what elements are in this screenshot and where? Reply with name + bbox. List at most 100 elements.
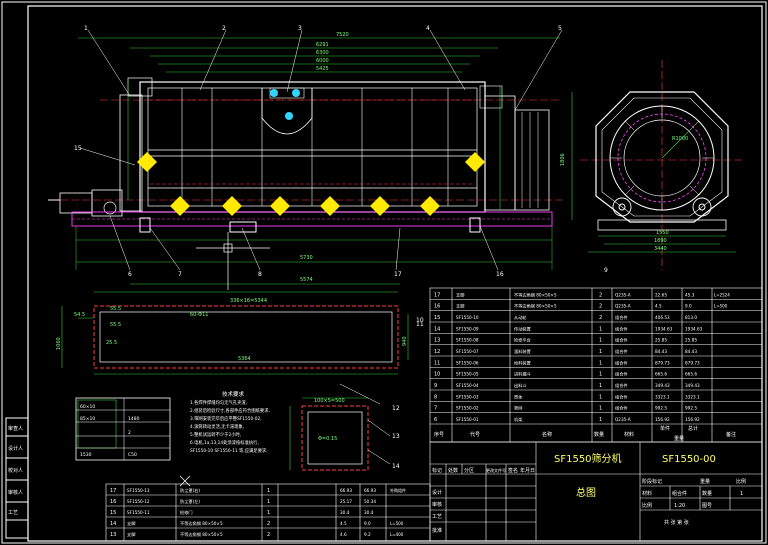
tb-r3: 图号 — [702, 503, 712, 509]
dim-gap2: 55.5 — [110, 322, 121, 328]
bom-row-code: SF1550-08 — [456, 338, 479, 343]
bom-bottom-row-weight-unit: 66.93 — [340, 488, 352, 493]
bom-row-material: Q235-A — [615, 292, 631, 297]
tb-r2v: 1 — [740, 491, 743, 497]
bom-bottom-row-code: SF1550-12 — [127, 499, 150, 504]
bom-row-name: 给料装置 — [514, 359, 531, 366]
bom-row-material: Q235-A — [615, 417, 631, 422]
bom-bottom-row-weight-total: 66.93 — [364, 488, 376, 493]
bom-row-qty: 1 — [599, 326, 602, 332]
bom-row-weight-total: 84.43 — [685, 349, 697, 354]
dim-side-w2: 1890 — [654, 238, 667, 244]
dim-sect-w: 100×5=500 — [314, 398, 345, 404]
bom-row-no: 13 — [434, 338, 440, 344]
bom-row-qty: 2 — [599, 304, 602, 310]
bom-bottom-row-name: 检修门 — [180, 509, 193, 516]
side-label-1: 设计人 — [8, 445, 23, 452]
bom-row-weight-unit: 349.43 — [655, 383, 670, 388]
bom-bottom-row-weight-total: 9.0 — [364, 521, 371, 526]
bom-row-weight-unit: 25.85 — [655, 338, 667, 343]
dim-sect-inner: Φ=0.15 — [318, 436, 337, 442]
bom-row-weight-total: 665.6 — [685, 372, 697, 377]
dim-gap3: 25.5 — [106, 340, 117, 346]
side-table — [5, 417, 29, 539]
tb-r2: 数量 — [702, 490, 712, 497]
tb-ratio-label: 比例 — [736, 478, 746, 485]
bom-bottom-row-qty: 1 — [267, 488, 270, 494]
bom-row-no: 10 — [434, 372, 440, 378]
dim-side-w3: 1550 — [656, 230, 669, 236]
bom-hdr-w1: 单件 — [660, 425, 670, 432]
bom-bottom-row-qty: 1 — [267, 510, 270, 516]
dim-h1: 1806 — [560, 153, 566, 166]
bom-bottom-row-note: L=500 — [390, 521, 404, 526]
dim-gap1: 55.5 — [110, 306, 121, 312]
cad-drawing-canvas[interactable]: { "drawing": { "title": "SF1550筛分机", "dr… — [0, 0, 768, 545]
bom-row-weight-total: 349.43 — [685, 383, 700, 388]
bom-bottom-row-weight-unit: 4.5 — [340, 521, 347, 526]
tb-label-1: 处数 — [448, 467, 458, 474]
dim-frame-len: 5364 — [238, 356, 251, 362]
bom-row-name: 出料斗 — [514, 382, 527, 389]
bom-bottom-row-code: 支脚 — [127, 520, 135, 527]
tb-label-4: 签名 — [508, 467, 518, 474]
bom-row-name: 机架 — [514, 416, 522, 423]
bom-bottom-row-note: 外购组件 — [390, 487, 406, 493]
drawing-svg: 审查人 设计人 校对人 审核人 工艺 7520 6291 6300 6000 5… — [1, 1, 767, 544]
bom-row-no: 11 — [434, 360, 440, 366]
bom-row-name: 从动轮 — [514, 314, 527, 321]
bom-row-material: 组合件 — [615, 325, 628, 332]
bom-row-no: 12 — [434, 349, 440, 355]
side-label-3: 审核人 — [8, 489, 23, 496]
side-label-2: 校对人 — [8, 467, 23, 474]
bom-bottom-row-qty: 2 — [267, 521, 270, 527]
bom-bottom-row-qty: 1 — [267, 499, 270, 505]
tb-role-2: 工艺 — [432, 514, 442, 520]
side-label-0: 审查人 — [8, 425, 23, 432]
bom-row-code: SF1550-04 — [456, 383, 479, 388]
bom-row-name: 溜料装置 — [514, 348, 531, 355]
bom-row-material: 组合件 — [615, 348, 628, 355]
bom-row-weight-unit: 3323.1 — [655, 394, 670, 399]
bom-row-weight-total: 992.5 — [685, 406, 697, 411]
bom-row-weight-unit: 1934.63 — [655, 326, 673, 331]
bom-row-material: 组合件 — [615, 371, 628, 378]
bom-row-material: Q235-A — [615, 304, 631, 309]
bom-row-name: 不等边角钢 80×50×5 — [514, 291, 557, 298]
tb-stage-label: 阶段标记 — [642, 478, 662, 485]
bom-row-name: 进料漏斗 — [514, 371, 531, 378]
legend-row-2: 1480 — [128, 416, 140, 422]
bom-row-qty: 1 — [599, 394, 602, 400]
drawing-number: SF1550-00 — [662, 454, 716, 465]
bom-hdr-note: 备注 — [726, 431, 736, 438]
balloon-15: 15 — [74, 145, 82, 152]
bom-row-weight-total: 879.73 — [685, 360, 700, 365]
bom-row-qty: 1 — [599, 338, 602, 344]
bom-bottom-row-no: 13 — [110, 532, 116, 538]
bom-row-weight-unit: 665.6 — [655, 372, 667, 377]
balloon-4: 4 — [426, 25, 430, 32]
bom-top-grid — [429, 287, 763, 443]
note-line-3: 4.滚筒转动灵活,无卡滞现象, — [190, 423, 244, 430]
note-line-4: 5.整机试运转不少于2小时, — [190, 431, 241, 438]
bom-bottom-row-no: 14 — [110, 521, 116, 527]
bom-row-code: 支脚 — [456, 303, 464, 310]
dim-d4: 5425 — [316, 66, 329, 72]
bom-bottom-row-weight-unit: 30.4 — [340, 510, 350, 515]
balloon-16: 16 — [496, 271, 504, 278]
tb-sheets: 共 张 第 张 — [664, 519, 689, 526]
bom-row-weight-total: 25.85 — [685, 338, 697, 343]
bom-row-no: 14 — [434, 326, 440, 332]
bom-row-no: 17 — [434, 292, 440, 298]
drawing-subtitle: 总图 — [576, 486, 596, 499]
bom-row-weight-unit: 4.5 — [655, 304, 662, 309]
bom-bottom-row-qty: 2 — [267, 532, 270, 538]
bom-row-weight-unit: 84.43 — [655, 349, 667, 354]
side-view — [48, 37, 565, 290]
balloon-11: 11 — [416, 321, 424, 328]
bom-row-material: 组合件 — [615, 314, 628, 321]
note-line-1: 2.组装后检验尺寸,各部件应符合图纸要求, — [190, 407, 270, 414]
bom-row-code: SF1550-03 — [456, 394, 479, 399]
bom-row-material: 组合件 — [615, 405, 628, 412]
legend-row-3: 2 — [128, 430, 131, 436]
